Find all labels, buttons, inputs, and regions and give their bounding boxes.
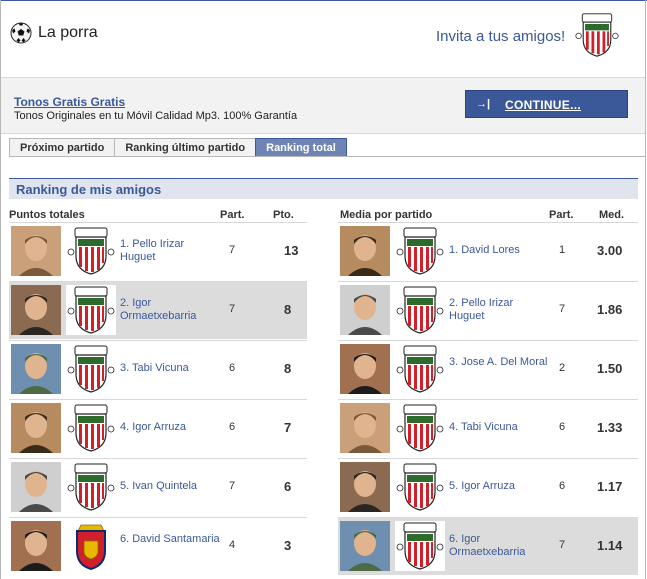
matches-played: 7	[559, 539, 566, 551]
player-name-link[interactable]: 3. Jose A. Del Moral	[449, 356, 549, 369]
avatar[interactable]	[11, 226, 61, 276]
right-column-header: Media por partido	[340, 209, 433, 221]
player-name-link[interactable]: 2. Pello Irizar Huguet	[449, 297, 549, 323]
invite-friends-link[interactable]: Invita a tus amigos!	[436, 28, 565, 45]
athletic-club-crest-icon	[66, 344, 116, 394]
matches-played: 7	[229, 303, 236, 315]
avatar[interactable]	[340, 344, 390, 394]
athletic-club-crest-icon	[395, 285, 445, 335]
matches-played: 6	[559, 480, 566, 492]
average-points: 1.33	[597, 420, 623, 435]
right-ranking-row: 1. David Lores 1 3.00	[338, 222, 638, 280]
average-points: 1.86	[597, 302, 623, 317]
athletic-club-crest-icon	[395, 521, 445, 571]
left-ranking-row: 6. David Santamaria 4 3	[9, 517, 307, 575]
matches-played: 1	[559, 244, 566, 256]
matches-played: 7	[229, 244, 236, 256]
matches-played: 6	[229, 421, 236, 433]
player-name-link[interactable]: 4. Tabi Vicuna	[449, 421, 549, 434]
osasuna-crest-icon	[66, 521, 116, 571]
player-name-link[interactable]: 1. David Lores	[449, 244, 549, 257]
average-points: 1.14	[597, 538, 623, 553]
left-column-header: Puntos totales	[9, 209, 85, 221]
right-average-header: Med.	[599, 209, 625, 221]
continue-button-label: CONTINUE...	[505, 98, 581, 112]
avatar[interactable]	[340, 226, 390, 276]
right-part-header: Part.	[549, 209, 574, 221]
avatar[interactable]	[340, 462, 390, 512]
left-ranking-row: 4. Igor Arruza 6 7	[9, 399, 307, 457]
tab-proximo-partido[interactable]: Próximo partido	[9, 138, 116, 157]
right-ranking-row: 6. Igor Ormaetxebarria 7 1.14	[338, 517, 638, 575]
total-points: 8	[284, 302, 292, 317]
athletic-club-crest-icon	[66, 285, 116, 335]
right-ranking-row: 5. Igor Arruza 6 1.17	[338, 458, 638, 516]
avatar[interactable]	[11, 285, 61, 335]
average-points: 1.17	[597, 479, 623, 494]
right-ranking-row: 4. Tabi Vicuna 6 1.33	[338, 399, 638, 457]
average-points: 3.00	[597, 243, 623, 258]
tab-ranking-ultimo-partido[interactable]: Ranking último partido	[114, 138, 257, 157]
continue-button[interactable]: →| CONTINUE...	[465, 90, 628, 118]
avatar[interactable]	[340, 521, 390, 571]
left-points-header: Pto.	[273, 209, 294, 221]
matches-played: 7	[229, 480, 236, 492]
right-ranking-row: 2. Pello Irizar Huguet 7 1.86	[338, 281, 638, 339]
app-title: La porra	[38, 24, 98, 41]
player-name-link[interactable]: 1. Pello Irizar Huguet	[120, 238, 220, 264]
player-name-link[interactable]: 6. David Santamaria	[120, 533, 220, 546]
athletic-club-crest-icon	[66, 403, 116, 453]
athletic-club-crest-icon	[395, 344, 445, 394]
matches-played: 6	[229, 362, 236, 374]
athletic-club-crest-icon	[66, 226, 116, 276]
avatar[interactable]	[340, 403, 390, 453]
left-ranking-row: 3. Tabi Vicuna 6 8	[9, 340, 307, 398]
section-header: Ranking de mis amigos	[9, 178, 638, 199]
left-ranking-row: 5. Ivan Quintela 7 6	[9, 458, 307, 516]
player-name-link[interactable]: 6. Igor Ormaetxebarria	[449, 533, 549, 559]
player-name-link[interactable]: 5. Ivan Quintela	[120, 480, 220, 493]
athletic-club-crest-icon	[574, 10, 620, 63]
player-name-link[interactable]: 5. Igor Arruza	[449, 480, 549, 493]
soccer-ball-icon	[10, 22, 32, 44]
total-points: 13	[284, 243, 299, 258]
athletic-club-crest-icon	[395, 462, 445, 512]
player-name-link[interactable]: 3. Tabi Vicuna	[120, 362, 220, 375]
total-points: 7	[284, 420, 292, 435]
athletic-club-crest-icon	[66, 462, 116, 512]
avatar[interactable]	[11, 403, 61, 453]
tab-ranking-total[interactable]: Ranking total	[255, 138, 347, 157]
avatar[interactable]	[11, 521, 61, 571]
ad-title-link[interactable]: Tonos Gratis Gratis	[14, 95, 125, 109]
ad-banner: Tonos Gratis Gratis Tonos Originales en …	[1, 77, 645, 134]
avatar[interactable]	[11, 344, 61, 394]
player-name-link[interactable]: 2. Igor Ormaetxebarria	[120, 297, 220, 323]
avatar[interactable]	[11, 462, 61, 512]
app-header: La porra Invita a tus amigos!	[0, 0, 647, 76]
average-points: 1.50	[597, 361, 623, 376]
arrow-to-line-icon: →|	[476, 98, 491, 110]
matches-played: 4	[229, 539, 236, 551]
ad-description: Tonos Originales en tu Móvil Calidad Mp3…	[14, 110, 298, 122]
matches-played: 2	[559, 362, 566, 374]
player-name-link[interactable]: 4. Igor Arruza	[120, 421, 220, 434]
right-ranking-row: 3. Jose A. Del Moral 2 1.50	[338, 340, 638, 398]
total-points: 6	[284, 479, 292, 494]
matches-played: 6	[559, 421, 566, 433]
avatar[interactable]	[340, 285, 390, 335]
athletic-club-crest-icon	[395, 226, 445, 276]
athletic-club-crest-icon	[395, 403, 445, 453]
total-points: 3	[284, 538, 292, 553]
left-ranking-row: 2. Igor Ormaetxebarria 7 8	[9, 281, 307, 339]
matches-played: 7	[559, 303, 566, 315]
left-ranking-row: 1. Pello Irizar Huguet 7 13	[9, 222, 307, 280]
left-part-header: Part.	[220, 209, 245, 221]
tab-bar: Próximo partido Ranking último partido R…	[9, 138, 347, 157]
section-title: Ranking de mis amigos	[16, 182, 162, 197]
total-points: 8	[284, 361, 292, 376]
